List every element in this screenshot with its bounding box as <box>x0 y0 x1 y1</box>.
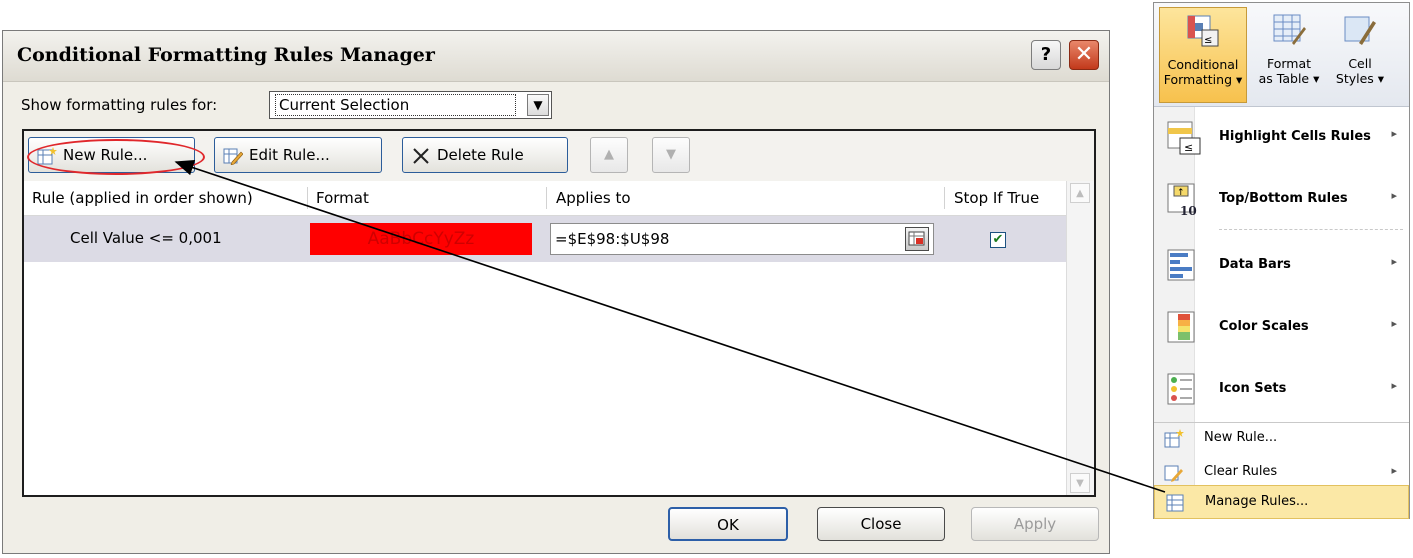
cs-label-2: Styles ▾ <box>1335 71 1385 86</box>
col-header-applies-to[interactable]: Applies to <box>556 189 631 207</box>
delete-rule-label: Delete Rule <box>437 146 524 164</box>
scroll-down-icon[interactable]: ▼ <box>1070 473 1090 493</box>
chevron-down-icon[interactable]: ▼ <box>527 94 549 116</box>
cs-label-1: Cell <box>1348 56 1372 71</box>
menu-item-top-bottom-rules[interactable]: ↑ 10 Top/Bottom Rules ▸ <box>1154 169 1409 231</box>
clear-rules-label: Clear Rules <box>1204 464 1278 479</box>
submenu-arrow-icon: ▸ <box>1391 189 1397 202</box>
applies-to-value: =$E$98:$U$98 <box>555 230 670 248</box>
conditional-formatting-icon: ≤ <box>1187 15 1219 47</box>
edit-rule-label: Edit Rule... <box>249 146 330 164</box>
submenu-arrow-icon: ▸ <box>1391 317 1397 330</box>
close-x-button[interactable]: ✕ <box>1069 40 1099 70</box>
show-rules-label: Show formatting rules for: <box>21 96 218 114</box>
svg-text:10: 10 <box>1180 204 1197 218</box>
format-preview[interactable]: AaBbCcYyZz <box>310 223 532 255</box>
cf-label-1: Conditional <box>1167 57 1239 72</box>
stop-if-true-checkbox[interactable]: ✔ <box>990 232 1006 248</box>
fat-label-2: as Table ▾ <box>1258 71 1320 86</box>
applies-to-input[interactable]: =$E$98:$U$98 <box>550 223 934 255</box>
icon-sets-label: Icon Sets <box>1219 381 1287 396</box>
scope-value: Current Selection <box>275 94 516 116</box>
ribbon-group: ≤ Conditional Formatting ▾ Format as Tab… <box>1154 3 1409 107</box>
format-as-table-icon <box>1273 14 1306 45</box>
menu-item-highlight-cells-rules[interactable]: ≤ Highlight Cells Rules ▸ <box>1154 107 1409 169</box>
title-bar: Conditional Formatting Rules Manager ? ✕ <box>3 31 1109 82</box>
cell-styles-button[interactable]: Cell Styles ▾ <box>1330 7 1390 103</box>
rules-header-row: Rule (applied in order shown) Format App… <box>24 181 1068 216</box>
new-rule-label: New Rule... <box>63 146 148 164</box>
range-selector-icon[interactable] <box>905 227 929 251</box>
color-scales-icon <box>1167 311 1195 343</box>
rules-scrollbar[interactable]: ▲ ▼ <box>1066 181 1094 495</box>
scope-select[interactable]: Current Selection ▼ <box>269 91 552 119</box>
svg-text:≤: ≤ <box>1204 35 1212 46</box>
new-rule-button[interactable]: New Rule... <box>28 137 195 173</box>
column-divider <box>944 187 945 209</box>
menu-item-manage-rules[interactable]: Manage Rules... <box>1154 485 1409 519</box>
rules-manager-dialog: Conditional Formatting Rules Manager ? ✕… <box>2 30 1110 554</box>
highlight-cells-label: Highlight Cells Rules <box>1219 129 1371 144</box>
new-rule-menu-label: New Rule... <box>1204 430 1278 445</box>
data-bars-icon <box>1167 249 1195 281</box>
submenu-arrow-icon: ▸ <box>1391 127 1397 140</box>
close-button[interactable]: Close <box>817 507 945 541</box>
clear-rules-icon <box>1164 465 1183 482</box>
col-header-rule[interactable]: Rule (applied in order shown) <box>32 189 253 207</box>
menu-item-color-scales[interactable]: Color Scales ▸ <box>1154 297 1409 359</box>
rules-panel: New Rule... Edit Rule... Delete Rule ▲ ▼ <box>22 129 1096 497</box>
menu-item-data-bars[interactable]: Data Bars ▸ <box>1154 235 1409 297</box>
format-as-table-button[interactable]: Format as Table ▾ <box>1250 7 1328 103</box>
icon-sets-icon <box>1167 373 1195 405</box>
new-rule-icon <box>1164 429 1184 448</box>
ok-button[interactable]: OK <box>668 507 788 541</box>
column-divider <box>307 187 308 209</box>
submenu-arrow-icon: ▸ <box>1391 464 1397 477</box>
conditional-formatting-menu: ≤ Conditional Formatting ▾ Format as Tab… <box>1153 2 1410 519</box>
delete-rule-button[interactable]: Delete Rule <box>402 137 568 173</box>
data-bars-label: Data Bars <box>1219 257 1291 272</box>
cell-styles-icon <box>1344 16 1376 45</box>
column-divider <box>546 187 547 209</box>
color-scales-label: Color Scales <box>1219 319 1309 334</box>
edit-rule-icon <box>223 148 243 165</box>
cf-label-2: Formatting ▾ <box>1163 72 1243 87</box>
edit-rule-button[interactable]: Edit Rule... <box>214 137 382 173</box>
menu-item-icon-sets[interactable]: Icon Sets ▸ <box>1154 359 1409 421</box>
help-button[interactable]: ? <box>1031 40 1061 70</box>
move-down-button[interactable]: ▼ <box>652 137 690 173</box>
delete-x-icon <box>413 147 429 164</box>
rules-toolbar: New Rule... Edit Rule... Delete Rule ▲ ▼ <box>24 131 1094 182</box>
fat-label-1: Format <box>1266 56 1312 71</box>
top-bottom-icon: ↑ 10 <box>1167 183 1197 218</box>
highlight-cells-icon: ≤ <box>1167 121 1201 155</box>
col-header-stop-if-true[interactable]: Stop If True <box>954 189 1039 207</box>
svg-text:↑: ↑ <box>1177 188 1185 198</box>
col-header-format[interactable]: Format <box>316 189 369 207</box>
top-bottom-label: Top/Bottom Rules <box>1219 191 1348 206</box>
svg-text:≤: ≤ <box>1184 141 1193 154</box>
rule-row[interactable]: Cell Value <= 0,001 AaBbCcYyZz =$E$98:$U… <box>24 216 1068 262</box>
rule-condition: Cell Value <= 0,001 <box>70 229 222 247</box>
scroll-up-icon[interactable]: ▲ <box>1070 183 1090 203</box>
submenu-arrow-icon: ▸ <box>1391 379 1397 392</box>
menu-item-new-rule[interactable]: New Rule... <box>1154 422 1409 456</box>
apply-button[interactable]: Apply <box>971 507 1099 541</box>
dialog-title: Conditional Formatting Rules Manager <box>17 44 435 66</box>
conditional-formatting-button[interactable]: ≤ Conditional Formatting ▾ <box>1159 7 1247 103</box>
manage-rules-icon <box>1166 494 1184 512</box>
move-up-button[interactable]: ▲ <box>590 137 628 173</box>
manage-rules-label: Manage Rules... <box>1205 494 1309 509</box>
new-rule-icon <box>37 146 57 164</box>
submenu-arrow-icon: ▸ <box>1391 255 1397 268</box>
